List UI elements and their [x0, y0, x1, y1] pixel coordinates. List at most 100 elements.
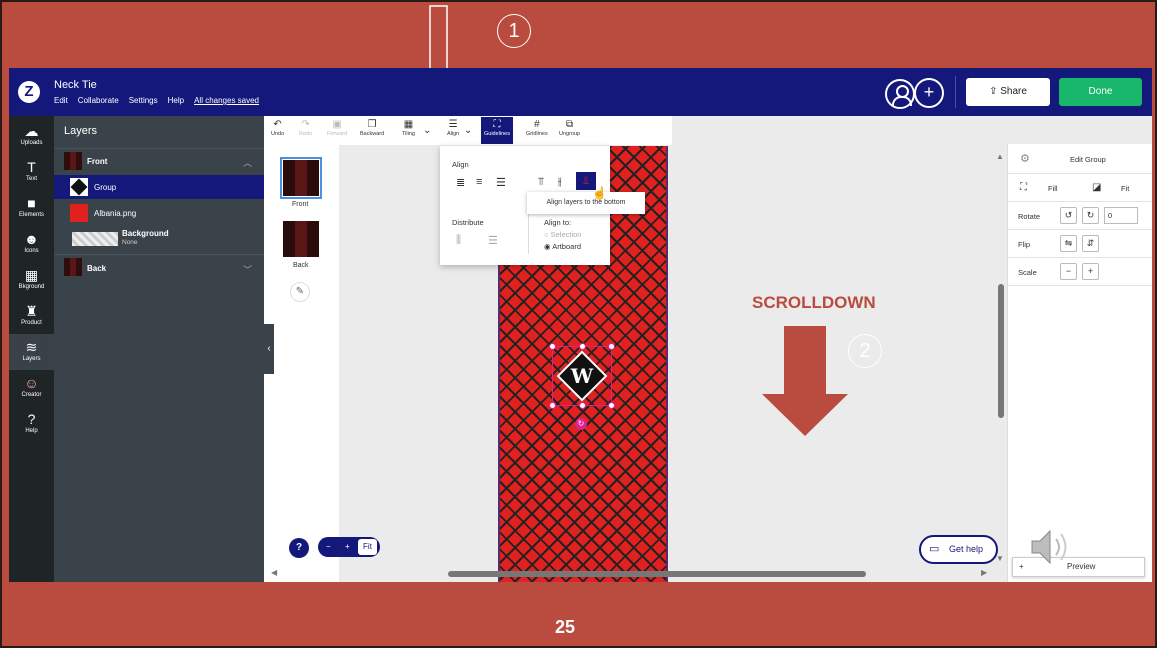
undo-icon: ↶	[273, 119, 282, 130]
product-icon: ♜	[25, 303, 38, 319]
scroll-left-icon[interactable]: ◀	[271, 568, 277, 577]
distribute-horizontal-icon[interactable]: ⫼	[456, 234, 461, 247]
resize-handle[interactable]	[549, 343, 556, 350]
edit-group-row[interactable]: ⚙ Edit Group	[1008, 144, 1152, 174]
horizontal-scrollbar[interactable]	[448, 571, 866, 577]
align-right-icon[interactable]: ☰	[496, 176, 506, 189]
collapse-panel-button[interactable]: ‹	[264, 324, 274, 374]
zoom-in-button[interactable]: +	[345, 537, 350, 557]
rotate-handle-icon[interactable]: ↻	[575, 418, 587, 430]
help-circle-icon[interactable]: ?	[289, 538, 309, 558]
top-bar: Z Neck Tie Edit Collaborate Settings Hel…	[9, 68, 1152, 116]
sidebar-item-creator[interactable]: ☺ Creator	[9, 370, 54, 406]
fit-icon[interactable]: ◪	[1092, 182, 1101, 193]
get-help-button[interactable]: ▭ Get help	[919, 535, 998, 564]
step-2-badge: 2	[848, 334, 882, 368]
align-dropdown-icon[interactable]: ⌄	[464, 124, 472, 137]
elements-icon: ■	[27, 195, 36, 211]
back-thumbnail	[64, 258, 82, 276]
chevron-up-icon[interactable]: ︿	[243, 156, 252, 169]
selection-box[interactable]: W	[549, 343, 615, 409]
front-thumbnail	[64, 152, 82, 170]
edit-pages-icon[interactable]: ✎	[290, 282, 310, 302]
scroll-down-icon[interactable]: ▼	[996, 554, 1004, 563]
page-thumbnail-front[interactable]	[280, 157, 322, 199]
save-status-link[interactable]: All changes saved	[194, 96, 259, 105]
flip-vertical-icon[interactable]: ⇵	[1082, 235, 1099, 252]
vertical-scrollbar[interactable]	[998, 284, 1004, 418]
layer-row-background[interactable]: Background None	[54, 227, 264, 253]
flip-horizontal-icon[interactable]: ⇋	[1060, 235, 1077, 252]
text-icon: T	[27, 159, 36, 175]
menu-collaborate[interactable]: Collaborate	[78, 96, 119, 105]
menu-edit[interactable]: Edit	[54, 96, 68, 105]
align-button[interactable]: ☰ Align	[447, 118, 459, 137]
resize-handle[interactable]	[608, 402, 615, 409]
sidebar-item-help[interactable]: ? Help	[9, 406, 54, 442]
share-button[interactable]: ⇪ Share	[966, 78, 1050, 106]
ungroup-button[interactable]: ⧉ Ungroup	[559, 118, 580, 137]
sidebar-item-layers[interactable]: ≋ Layers	[9, 334, 54, 370]
sidebar-item-background[interactable]: ▦ Bkground	[9, 262, 54, 298]
align-center-icon[interactable]: ≡	[476, 176, 482, 188]
user-avatar-icon[interactable]	[885, 79, 915, 109]
gridlines-button[interactable]: # Gridlines	[526, 118, 548, 137]
layer-row-group[interactable]: Group	[54, 175, 264, 199]
creator-avatar-icon: ☺	[24, 375, 39, 391]
resize-handle[interactable]	[549, 402, 556, 409]
fill-fit-row: ⛶ Fill ◪ Fit	[1008, 174, 1152, 202]
radio-artboard[interactable]: ◉ Artboard	[544, 242, 581, 251]
align-middle-icon[interactable]: ⫲	[558, 176, 562, 189]
slide-number: 25	[555, 617, 576, 637]
radio-selection[interactable]: ○ Selection	[544, 230, 581, 239]
layer-row-front[interactable]: Front ︿	[54, 148, 264, 175]
fill-icon[interactable]: ⛶	[1020, 182, 1027, 193]
distribute-vertical-icon[interactable]: ☰	[488, 234, 498, 247]
forward-button[interactable]: ▣ Forward	[327, 118, 347, 137]
sidebar-item-icons[interactable]: ☻ Icons	[9, 226, 54, 262]
scale-up-button[interactable]: +	[1082, 263, 1099, 280]
align-to-label: Align to:	[544, 218, 572, 227]
scale-down-button[interactable]: −	[1060, 263, 1077, 280]
resize-handle[interactable]	[608, 343, 615, 350]
add-collaborator-button[interactable]: +	[914, 78, 944, 108]
help-icon: ?	[27, 411, 36, 427]
resize-handle[interactable]	[579, 402, 586, 409]
sidebar-item-elements[interactable]: ■ Elements	[9, 190, 54, 226]
app-window: Z Neck Tie Edit Collaborate Settings Hel…	[9, 68, 1152, 582]
tiling-dropdown-icon[interactable]: ⌄	[423, 124, 431, 137]
divider	[528, 210, 529, 254]
layer-row-back[interactable]: Back ﹀	[54, 254, 264, 280]
rotate-left-icon[interactable]: ↺	[1060, 207, 1077, 224]
sidebar-item-uploads[interactable]: ☁ Uploads	[9, 118, 54, 154]
align-left-icon[interactable]: ≣	[456, 176, 465, 189]
main-menu: Edit Collaborate Settings Help All chang…	[54, 96, 259, 105]
tiling-button[interactable]: ▦ Tiling	[402, 118, 415, 137]
design-letter: W	[570, 364, 594, 388]
zoom-fit-button[interactable]: Fit	[358, 539, 377, 555]
zazzle-logo[interactable]: Z	[18, 81, 40, 103]
sidebar-item-text[interactable]: T Text	[9, 154, 54, 190]
zoom-out-button[interactable]: −	[326, 537, 331, 557]
scroll-up-icon[interactable]: ▲	[996, 152, 1004, 161]
scroll-right-icon[interactable]: ▶	[981, 568, 987, 577]
redo-button[interactable]: ↷ Redo	[299, 118, 312, 137]
chevron-down-icon[interactable]: ﹀	[243, 263, 252, 276]
resize-handle[interactable]	[579, 343, 586, 350]
layers-icon: ≋	[25, 339, 38, 355]
edit-group-icon: ⚙	[1020, 153, 1030, 165]
menu-settings[interactable]: Settings	[129, 96, 158, 105]
undo-button[interactable]: ↶ Undo	[271, 118, 284, 137]
page-thumbnail-back[interactable]	[283, 221, 319, 257]
preview-expand-icon[interactable]: +	[1019, 558, 1024, 576]
sidebar-item-product[interactable]: ♜ Product	[9, 298, 54, 334]
guidelines-button[interactable]: ⛶ Guidelines	[481, 117, 513, 144]
background-thumbnail	[72, 232, 118, 246]
layer-row-albania[interactable]: Albania.png	[54, 201, 264, 225]
backward-button[interactable]: ❐ Backward	[360, 118, 384, 137]
align-top-icon[interactable]: ⫪	[538, 176, 544, 189]
rotate-right-icon[interactable]: ↻	[1082, 207, 1099, 224]
rotate-input[interactable]: 0	[1104, 207, 1138, 224]
menu-help[interactable]: Help	[168, 96, 184, 105]
done-button[interactable]: Done	[1059, 78, 1142, 106]
